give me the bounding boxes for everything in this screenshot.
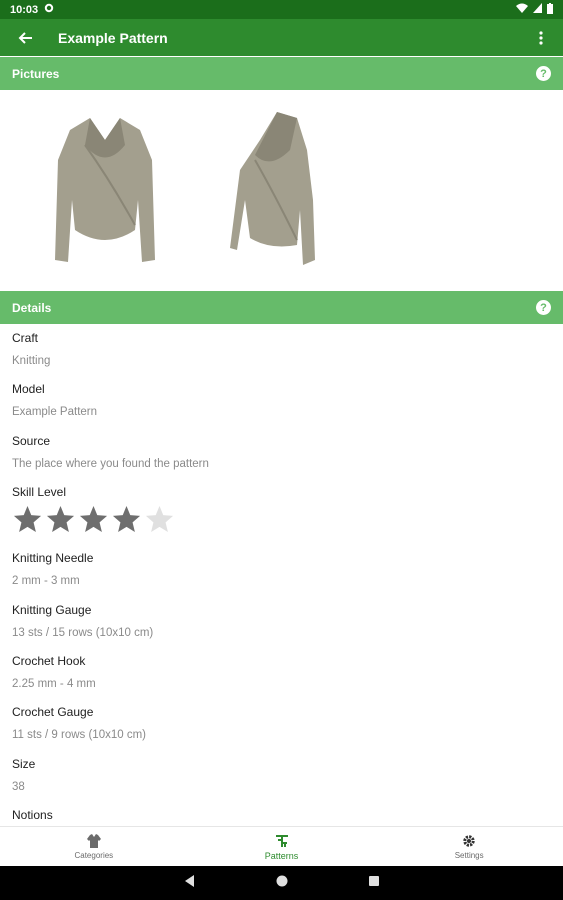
details-header: Details ? — [0, 291, 563, 324]
star-icon[interactable] — [144, 504, 175, 535]
more-vert-icon[interactable] — [533, 27, 549, 49]
skill-rating[interactable] — [12, 504, 552, 535]
recents-square-icon[interactable] — [368, 874, 380, 892]
field-label: Size — [12, 756, 36, 771]
field-value: 38 — [12, 780, 25, 793]
sweater-front-image[interactable] — [30, 100, 180, 280]
sweater-icon — [86, 833, 102, 849]
nav-label: Categories — [74, 851, 114, 860]
nav-settings[interactable]: Settings — [375, 827, 563, 866]
field-source: Source The place where you found the pat… — [12, 430, 552, 481]
gear-icon — [461, 833, 477, 849]
field-label: Crochet Gauge — [12, 705, 94, 720]
field-label: Model — [12, 382, 45, 397]
field-knitting-gauge: Knitting Gauge 13 sts / 15 rows (10x10 c… — [12, 599, 552, 650]
sweater-side-image[interactable] — [215, 100, 365, 280]
help-icon[interactable]: ? — [536, 300, 551, 315]
field-label: Knitting Needle — [12, 551, 94, 566]
field-value: 13 sts / 15 rows (10x10 cm) — [12, 626, 154, 639]
page-title: Example Pattern — [58, 29, 168, 46]
nav-label: Patterns — [264, 850, 299, 861]
pictures-header: Pictures ? — [0, 57, 563, 90]
system-nav-bar — [0, 866, 563, 900]
nav-label: Settings — [454, 851, 484, 860]
home-circle-icon[interactable] — [276, 874, 288, 892]
field-crochet-hook: Crochet Hook 2.25 mm - 4 mm — [12, 650, 552, 701]
bottom-navigation: Categories Patterns Settings — [0, 826, 563, 866]
field-skill-level: Skill Level — [12, 481, 552, 547]
app-bar: Example Pattern — [0, 19, 563, 56]
battery-icon — [547, 2, 553, 17]
field-size: Size 38 — [12, 753, 552, 804]
back-arrow-icon[interactable] — [14, 27, 36, 49]
star-icon[interactable] — [45, 504, 76, 535]
wifi-icon — [516, 3, 528, 16]
field-label: Craft — [12, 331, 39, 345]
settings-notification-icon — [44, 3, 54, 16]
field-value: 2 mm - 3 mm — [12, 575, 80, 588]
field-label: Source — [12, 433, 51, 448]
field-knitting-needle: Knitting Needle 2 mm - 3 mm — [12, 547, 552, 598]
field-label: Crochet Hook — [12, 653, 86, 668]
field-label: Notions — [12, 808, 53, 823]
pictures-gallery — [0, 90, 563, 290]
details-list: Craft Knitting Model Example Pattern Sou… — [12, 327, 552, 856]
star-icon[interactable] — [78, 504, 109, 535]
field-label: Skill Level — [12, 485, 67, 500]
pattern-icon — [274, 833, 290, 849]
back-triangle-icon[interactable] — [184, 874, 196, 892]
signal-icon — [533, 3, 542, 16]
pictures-title: Pictures — [12, 66, 60, 81]
field-value: The place where you found the pattern — [12, 457, 209, 470]
field-value: Example Pattern — [12, 406, 98, 419]
field-value: Knitting — [12, 355, 51, 367]
star-icon[interactable] — [111, 504, 142, 535]
field-craft: Craft Knitting — [12, 327, 552, 378]
field-label: Knitting Gauge — [12, 602, 92, 617]
status-bar: 10:03 — [0, 0, 563, 19]
details-title: Details — [12, 300, 52, 315]
field-crochet-gauge: Crochet Gauge 11 sts / 9 rows (10x10 cm) — [12, 701, 552, 752]
nav-patterns[interactable]: Patterns — [188, 827, 376, 866]
nav-categories[interactable]: Categories — [0, 827, 188, 866]
help-icon[interactable]: ? — [536, 66, 551, 81]
star-icon[interactable] — [12, 504, 43, 535]
field-model: Model Example Pattern — [12, 378, 552, 429]
field-value: 11 sts / 9 rows (10x10 cm) — [12, 729, 146, 742]
field-value: 2.25 mm - 4 mm — [12, 677, 96, 690]
status-time: 10:03 — [10, 3, 39, 16]
